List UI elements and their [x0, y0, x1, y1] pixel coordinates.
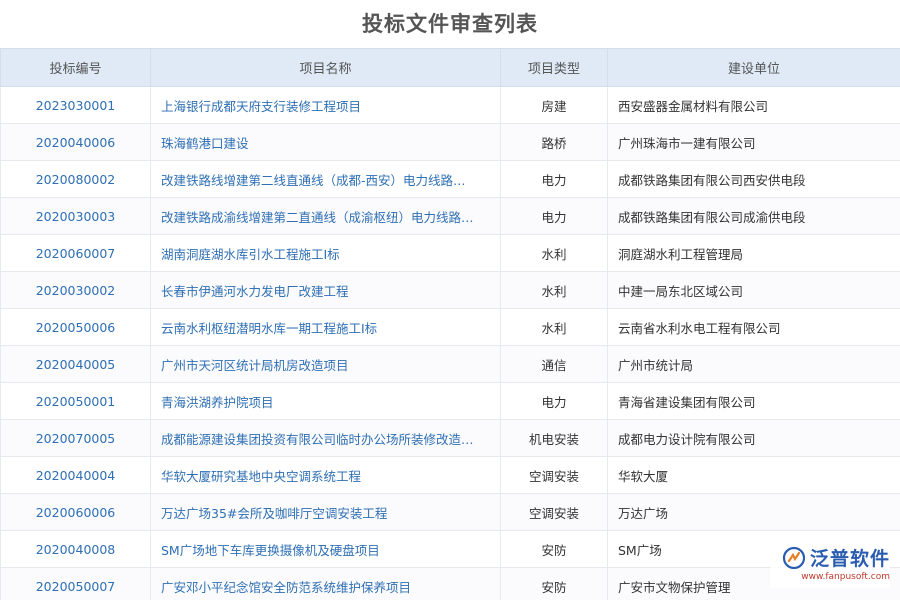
project-type-cell: 路桥	[500, 123, 608, 161]
construction-unit-cell: 成都铁路集团有限公司成渝供电段	[607, 197, 900, 235]
project-type-cell: 水利	[500, 234, 608, 272]
table-header-row: 投标编号 项目名称 项目类型 建设单位	[0, 48, 900, 87]
project-name-link[interactable]: SM广场地下车库更换摄像机及硬盘项目	[150, 530, 501, 568]
table-row[interactable]: 2020080002 改建铁路线增建第二线直通线（成都-西安）电力线路… 电力 成都铁…	[0, 160, 900, 198]
table-row[interactable]: 2020030003 改建铁路成渝线增建第二直通线（成渝枢纽）电力线路… 电力 成都铁…	[0, 197, 900, 235]
project-type-cell: 空调安装	[500, 493, 608, 531]
project-name-link[interactable]: 万达广场35#会所及咖啡厅空调安装工程	[150, 493, 501, 531]
construction-unit-cell: 青海省建设集团有限公司	[607, 382, 900, 420]
construction-unit-cell: 中建一局东北区域公司	[607, 271, 900, 309]
table-row[interactable]: 2020070005 成都能源建设集团投资有限公司临时办公场所装修改造… 机电安装成…	[0, 419, 900, 457]
project-name-link[interactable]: 湖南洞庭湖水库引水工程施工Ⅰ标	[150, 234, 501, 272]
construction-unit-cell: 洞庭湖水利工程管理局	[607, 234, 900, 272]
project-type-cell: 电力	[500, 160, 608, 198]
project-type-cell: 安防	[500, 567, 608, 600]
project-type-cell: 通信	[500, 345, 608, 383]
construction-unit-cell: 万达广场	[607, 493, 900, 531]
construction-unit-cell: 成都电力设计院有限公司	[607, 419, 900, 457]
table-row[interactable]: 2020040008 SM广场地下车库更换摄像机及硬盘项目 安防 SM广场	[0, 530, 900, 568]
table-row[interactable]: 2020050007 广安邓小平纪念馆安全防范系统维护保养项目 安防 广安市文物保护管…	[0, 567, 900, 600]
bid-number-cell[interactable]: 2020050007	[0, 567, 151, 600]
project-type-cell: 电力	[500, 382, 608, 420]
bid-number-cell[interactable]: 2020050001	[0, 382, 151, 420]
construction-unit-cell: 广州市统计局	[607, 345, 900, 383]
project-type-cell: 空调安装	[500, 456, 608, 494]
table-row[interactable]: 2020050006 云南水利枢纽潜明水库一期工程施工Ⅰ标 水利 云南省水利水电工程有…	[0, 308, 900, 346]
project-name-link[interactable]: 云南水利枢纽潜明水库一期工程施工Ⅰ标	[150, 308, 501, 346]
table-row[interactable]: 2020050001 青海洪湖养护院项目 电力 青海省建设集团有限公司	[0, 382, 900, 420]
project-type-cell: 机电安装	[500, 419, 608, 457]
construction-unit-cell: 华软大厦	[607, 456, 900, 494]
table-row[interactable]: 2020060007 湖南洞庭湖水库引水工程施工Ⅰ标 水利 洞庭湖水利工程管理局	[0, 234, 900, 272]
bid-number-cell[interactable]: 2020040004	[0, 456, 151, 494]
table-row[interactable]: 2020040005 广州市天河区统计局机房改造项目 通信 广州市统计局	[0, 345, 900, 383]
project-type-cell: 电力	[500, 197, 608, 235]
brand-logo: 泛普软件 www.fanpusoft.com	[770, 544, 890, 588]
fanpu-logo-icon	[782, 546, 806, 569]
table-row[interactable]: 2020040006 珠海鹤港口建设 路桥 广州珠海市一建有限公司	[0, 123, 900, 161]
project-type-cell: 水利	[500, 308, 608, 346]
logo-text: 泛普软件	[809, 548, 890, 570]
bid-number-cell[interactable]: 2020040005	[0, 345, 151, 383]
project-name-link[interactable]: 成都能源建设集团投资有限公司临时办公场所装修改造…	[150, 419, 501, 457]
table-row[interactable]: 2020040004 华软大厦研究基地中央空调系统工程 空调安装 华软大厦	[0, 456, 900, 494]
project-name-link[interactable]: 青海洪湖养护院项目	[150, 382, 501, 420]
bid-number-cell[interactable]: 2023030001	[0, 86, 151, 124]
construction-unit-cell: 广州珠海市一建有限公司	[607, 123, 900, 161]
bid-number-cell[interactable]: 2020050006	[0, 308, 151, 346]
project-name-link[interactable]: 长春市伊通河水力发电厂改建工程	[150, 271, 501, 309]
construction-unit-cell: 成都铁路集团有限公司西安供电段	[607, 160, 900, 198]
construction-unit-cell: 西安盛器金属材料有限公司	[607, 86, 900, 124]
table-body: 2023030001 上海银行成都天府支行装修工程项目 房建 西安盛器金属材料有限公司…	[0, 86, 900, 600]
project-name-link[interactable]: 改建铁路线增建第二线直通线（成都-西安）电力线路…	[150, 160, 501, 198]
bid-number-cell[interactable]: 2020040006	[0, 123, 151, 161]
bid-number-cell[interactable]: 2020070005	[0, 419, 151, 457]
logo-url: www.fanpusoft.com	[801, 572, 890, 582]
bid-number-cell[interactable]: 2020030002	[0, 271, 151, 309]
bid-number-cell[interactable]: 2020030003	[0, 197, 151, 235]
column-header-bid-number[interactable]: 投标编号	[0, 48, 151, 87]
project-name-link[interactable]: 上海银行成都天府支行装修工程项目	[150, 86, 501, 124]
column-header-project-type[interactable]: 项目类型	[500, 48, 608, 87]
project-name-link[interactable]: 华软大厦研究基地中央空调系统工程	[150, 456, 501, 494]
project-type-cell: 水利	[500, 271, 608, 309]
table-row[interactable]: 2023030001 上海银行成都天府支行装修工程项目 房建 西安盛器金属材料有限公司	[0, 86, 900, 124]
bid-number-cell[interactable]: 2020080002	[0, 160, 151, 198]
page-title: 投标文件审查列表	[362, 12, 538, 36]
project-name-link[interactable]: 珠海鹤港口建设	[150, 123, 501, 161]
table-row[interactable]: 2020060006 万达广场35#会所及咖啡厅空调安装工程 空调安装 万达广场	[0, 493, 900, 531]
project-type-cell: 安防	[500, 530, 608, 568]
project-name-link[interactable]: 广州市天河区统计局机房改造项目	[150, 345, 501, 383]
table-row[interactable]: 2020030002 长春市伊通河水力发电厂改建工程 水利 中建一局东北区域公司	[0, 271, 900, 309]
bid-number-cell[interactable]: 2020060006	[0, 493, 151, 531]
bid-number-cell[interactable]: 2020060007	[0, 234, 151, 272]
bid-number-cell[interactable]: 2020040008	[0, 530, 151, 568]
project-name-link[interactable]: 广安邓小平纪念馆安全防范系统维护保养项目	[150, 567, 501, 600]
construction-unit-cell: 云南省水利水电工程有限公司	[607, 308, 900, 346]
bid-document-table: 投标编号 项目名称 项目类型 建设单位 2023030001 上海银行成都天府支行…	[0, 48, 900, 600]
project-type-cell: 房建	[500, 86, 608, 124]
project-name-link[interactable]: 改建铁路成渝线增建第二直通线（成渝枢纽）电力线路…	[150, 197, 501, 235]
column-header-project-name[interactable]: 项目名称	[150, 48, 501, 87]
column-header-construction-unit[interactable]: 建设单位	[607, 48, 900, 87]
